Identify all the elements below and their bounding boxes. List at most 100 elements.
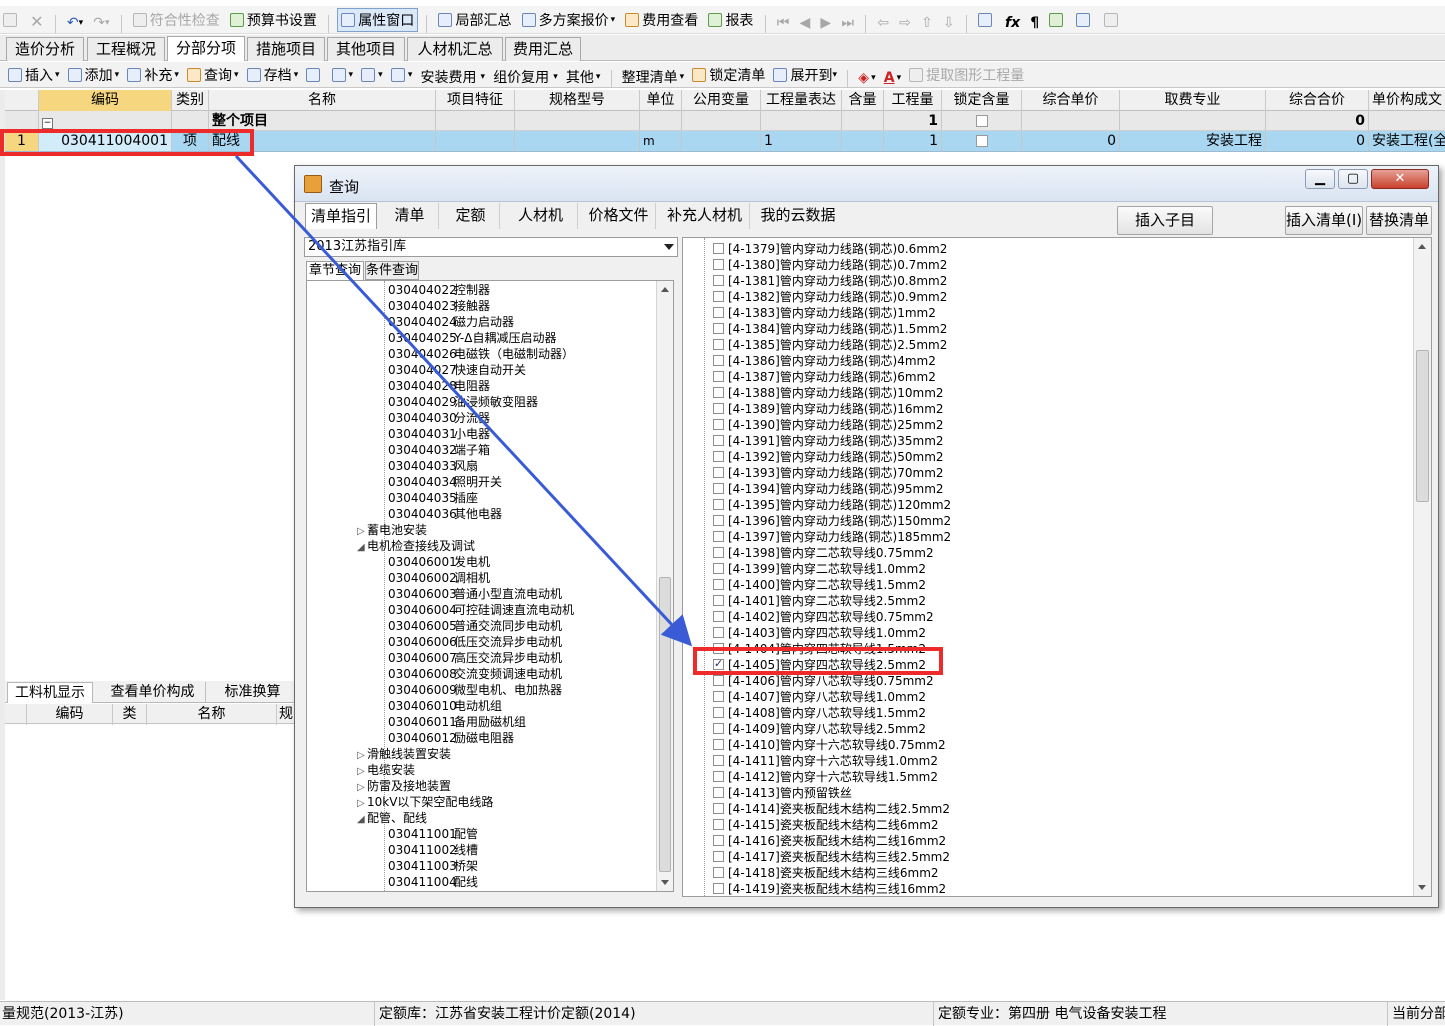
list-item-checkbox[interactable] xyxy=(713,243,724,254)
tab-measures[interactable]: 措施项目 xyxy=(247,37,325,61)
list-item[interactable]: [4-1383]管内穿动力线路(铜芯)1mm2 xyxy=(713,305,936,321)
nav-first-button[interactable]: ⏮ xyxy=(774,11,793,35)
list-item-checkbox[interactable] xyxy=(713,611,724,622)
tab-price-file[interactable]: 价格文件 xyxy=(582,203,656,229)
collapse-arrow-icon[interactable]: ◢ xyxy=(357,812,367,828)
fill-color-button[interactable]: ◈ ▾ xyxy=(856,67,877,89)
tree-item[interactable]: 030406012励磁电阻器 xyxy=(388,730,514,746)
list-item[interactable]: [4-1408]管内穿八芯软导线1.5mm2 xyxy=(713,705,926,721)
col-code[interactable]: 编码 xyxy=(39,90,172,111)
insert-child-button[interactable]: 插入子目 xyxy=(1117,206,1213,235)
budget-settings-button[interactable]: 预算书设置 xyxy=(227,8,320,32)
minimize-button[interactable]: ▁ xyxy=(1305,169,1335,189)
list-item-checkbox[interactable] xyxy=(713,419,724,430)
tree-folder[interactable]: ▷ 防雷及接地装置 xyxy=(357,778,451,794)
cube-button[interactable] xyxy=(1046,8,1069,32)
list-item-checkbox[interactable] xyxy=(713,339,724,350)
row-shared-var[interactable] xyxy=(682,131,761,151)
list-scrollbar[interactable] xyxy=(1413,238,1431,896)
add-button[interactable]: 添加 ▾ xyxy=(66,64,122,86)
list-item[interactable]: [4-1399]管内穿二芯软导线1.0mm2 xyxy=(713,561,926,577)
tree-folder[interactable]: ▷ 滑触线装置安装 xyxy=(357,746,451,762)
price-button[interactable]: ▾ xyxy=(389,64,415,86)
tree-item[interactable]: 030404024磁力启动器 xyxy=(388,314,514,330)
paragraph-button[interactable]: ¶ xyxy=(1027,11,1042,35)
list-item[interactable]: [4-1417]瓷夹板配线木结构三线2.5mm2 xyxy=(713,849,950,865)
list-item[interactable]: [4-1411]管内穿十六芯软导线1.0mm2 xyxy=(713,753,938,769)
tree-item[interactable]: 030404027快速自动开关 xyxy=(388,362,526,378)
tab-chapter-query[interactable]: 章节查询 xyxy=(306,261,364,280)
tree-folder[interactable]: ◢ 配管、配线 xyxy=(357,810,427,826)
nav-last-button[interactable]: ⏭ xyxy=(838,11,857,35)
tab-sub-items[interactable]: 分部分项 xyxy=(167,36,245,61)
tree-item[interactable]: 030406010电动机组 xyxy=(388,698,502,714)
list-item-checkbox[interactable] xyxy=(713,259,724,270)
tree-item[interactable]: 030404025Y-Δ自耦减压启动器 xyxy=(388,330,556,346)
tree-item[interactable]: 030406005普通交流同步电动机 xyxy=(388,618,562,634)
tree-item[interactable]: 030406002调相机 xyxy=(388,570,490,586)
organize-list-button[interactable]: 整理清单 ▾ xyxy=(620,66,687,88)
list-item[interactable]: [4-1409]管内穿八芯软导线2.5mm2 xyxy=(713,721,926,737)
col-content[interactable]: 含量 xyxy=(842,90,884,111)
col-shared-var[interactable]: 公用变量 xyxy=(682,90,761,111)
list-scroll-thumb[interactable] xyxy=(1416,350,1429,502)
tab-standard-conversion[interactable]: 标准换算 xyxy=(211,682,295,703)
find-button[interactable] xyxy=(304,64,325,86)
tab-labor-material[interactable]: 人材机 xyxy=(504,203,578,229)
list-item-checkbox[interactable] xyxy=(713,483,724,494)
tab-labor-material-summary[interactable]: 人材机汇总 xyxy=(407,37,503,61)
tree-item[interactable]: 030404023接触器 xyxy=(388,298,490,314)
lower-col-spec[interactable]: 规 xyxy=(277,704,295,725)
replace-list-button[interactable]: 替换清单 xyxy=(1366,206,1432,235)
tree-item[interactable]: 030404026电磁铁（电磁制动器） xyxy=(388,346,574,362)
font-color-button[interactable]: A ▾ xyxy=(882,67,903,89)
library-select[interactable]: 2013江苏指引库 xyxy=(304,237,678,257)
list-item[interactable]: [4-1392]管内穿动力线路(铜芯)50mm2 xyxy=(713,449,944,465)
install-fee-button[interactable]: 安装费用 ▾ xyxy=(419,66,488,88)
list-item-checkbox[interactable] xyxy=(713,547,724,558)
replace-button[interactable]: ▾ xyxy=(359,64,385,86)
tab-list[interactable]: 清单 xyxy=(381,203,439,229)
row-quantity-expr[interactable]: 1 xyxy=(761,131,842,151)
tree-item[interactable]: 030406009微型电机、电加热器 xyxy=(388,682,562,698)
compliance-check-button[interactable]: 符合性检查 xyxy=(130,8,223,32)
list-item-checkbox[interactable] xyxy=(713,627,724,638)
collapse-arrow-icon[interactable]: ◢ xyxy=(357,540,367,556)
tree-item[interactable]: 030406008交流变频调速电动机 xyxy=(388,666,562,682)
list-item-checkbox[interactable] xyxy=(713,835,724,846)
list-item-checkbox[interactable] xyxy=(713,563,724,574)
list-item-checkbox[interactable] xyxy=(713,851,724,862)
tab-other-items[interactable]: 其他项目 xyxy=(327,37,405,61)
list-item-checkbox[interactable] xyxy=(713,291,724,302)
list-item[interactable]: [4-1400]管内穿二芯软导线1.5mm2 xyxy=(713,577,926,593)
insert-button[interactable]: 插入 ▾ xyxy=(6,64,62,86)
list-item-checkbox[interactable] xyxy=(713,531,724,542)
col-total-price[interactable]: 综合合价 xyxy=(1266,90,1369,111)
row-quantity[interactable]: 1 xyxy=(884,131,942,151)
local-summary-button[interactable]: 局部汇总 xyxy=(435,8,514,32)
list-item-checkbox[interactable] xyxy=(713,803,724,814)
expand-to-button[interactable]: 展开到 ▾ xyxy=(771,64,839,86)
col-unit[interactable]: 单位 xyxy=(640,90,682,111)
price-reuse-button[interactable]: 组价复用 ▾ xyxy=(491,66,560,88)
list-item-checkbox[interactable] xyxy=(713,579,724,590)
row-content[interactable] xyxy=(842,131,884,151)
list-item[interactable]: [4-1419]瓷夹板配线木结构三线16mm2 xyxy=(713,881,946,896)
list-item-checkbox[interactable] xyxy=(713,387,724,398)
list-item[interactable]: [4-1380]管内穿动力线路(铜芯)0.7mm2 xyxy=(713,257,947,273)
list-item[interactable]: [4-1416]瓷夹板配线木结构二线16mm2 xyxy=(713,833,946,849)
tab-quota[interactable]: 定额 xyxy=(442,203,500,229)
list-item[interactable]: [4-1396]管内穿动力线路(铜芯)150mm2 xyxy=(713,513,951,529)
lower-col-name[interactable]: 名称 xyxy=(147,704,277,725)
move-right-button[interactable]: ⇨ xyxy=(896,11,914,35)
tree-item[interactable]: 030406006低压交流异步电动机 xyxy=(388,634,562,650)
dialog-titlebar[interactable]: 查询 ▁ ▢ ✕ xyxy=(295,166,1438,202)
list-item[interactable]: [4-1384]管内穿动力线路(铜芯)1.5mm2 xyxy=(713,321,947,337)
tree-folder[interactable]: ▷ 10kV以下架空配电线路 xyxy=(357,794,493,810)
lower-col-category[interactable]: 类 xyxy=(113,704,147,725)
lower-col-code[interactable]: 编码 xyxy=(27,704,113,725)
list-item-checkbox[interactable] xyxy=(713,355,724,366)
col-quantity-expr[interactable]: 工程量表达 xyxy=(761,90,842,111)
col-category[interactable]: 类别 xyxy=(172,90,209,111)
col-unit-price[interactable]: 综合单价 xyxy=(1022,90,1120,111)
